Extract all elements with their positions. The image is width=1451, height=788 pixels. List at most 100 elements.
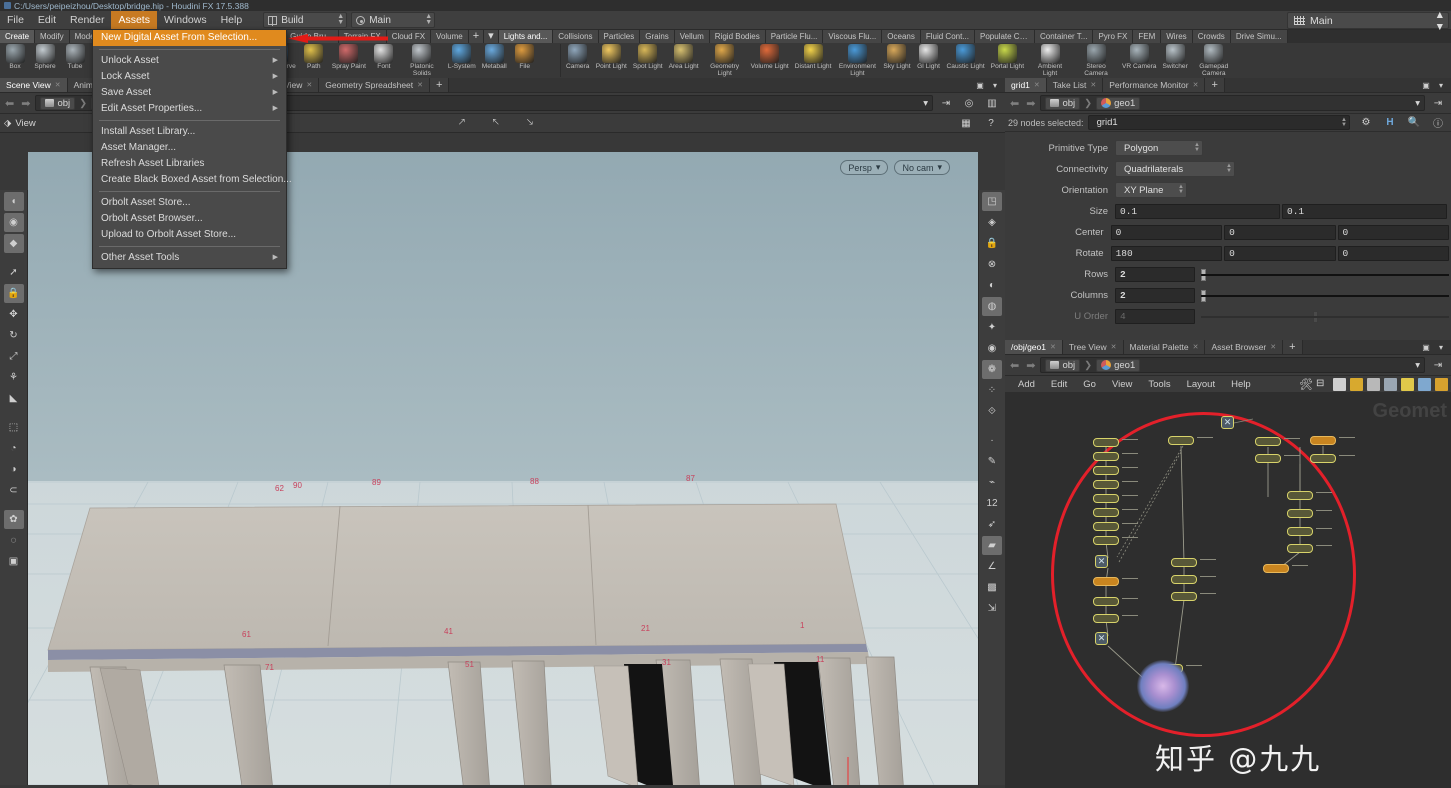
parameter-field[interactable]: 0 — [1337, 224, 1449, 240]
close-icon[interactable]: ✕ — [1111, 340, 1117, 355]
tool-select-objects-icon[interactable]: ◖ — [3, 192, 24, 211]
parameter-row-center[interactable]: Center 0 0 0 — [1005, 222, 1451, 242]
network-node[interactable] — [1093, 508, 1119, 517]
shelf-tool-switcher[interactable]: Switcher — [1159, 44, 1190, 71]
parameter-path-row[interactable]: ⬅ ➡ obj ❯ geo1 ▾ ⇥ — [1005, 93, 1451, 114]
assets-menu-item-install-asset-library[interactable]: Install Asset Library... — [93, 124, 286, 140]
parameter-field[interactable]: 180 — [1110, 245, 1223, 261]
hierarchy-icon[interactable]: ⊟ — [1316, 378, 1329, 391]
network-toolbar-icons[interactable]: 🛠 ⊟ — [1299, 377, 1451, 391]
pane-menu-icon[interactable]: ▾ — [1435, 341, 1447, 353]
tool-lock-icon[interactable]: 🔒 — [3, 284, 24, 303]
close-icon[interactable]: ✕ — [1270, 340, 1276, 355]
shelf-tool-vr-camera[interactable]: VR Camera — [1119, 44, 1159, 71]
parameter-menu[interactable]: XY Plane ▲ ▼ — [1115, 182, 1187, 198]
close-icon[interactable]: ✕ — [417, 78, 423, 93]
shelf-tab-container-t[interactable]: Container T... — [1035, 30, 1094, 43]
vt-geometry-icon[interactable]: ❁ — [982, 360, 1002, 379]
shelf-tab-crowds[interactable]: Crowds — [1192, 30, 1231, 43]
note-icon[interactable] — [1401, 377, 1414, 391]
pin-icon[interactable]: ⇥ — [1428, 94, 1448, 113]
shelf-tab-populate-co[interactable]: Populate Co... — [975, 30, 1035, 43]
vt-wireframe-icon[interactable]: ▩ — [982, 578, 1002, 597]
parameter-field[interactable]: 2 — [1115, 266, 1195, 282]
slider-handle[interactable] — [1313, 310, 1318, 323]
viewport-view-menu[interactable]: ⬗ View — [4, 118, 36, 129]
viewport-right-toolbar[interactable]: ◳ ◈ 🔒 ⊗ ◐ ◍ ✦ ◉ ❁ ⁘ ⟐ · ✎ ⌁ 12 ➶ ▰ ∠ ▩ ⇲ — [978, 190, 1005, 785]
viewport-corner-controls[interactable]: Persp ▾ No cam ▾ — [840, 160, 950, 175]
network-node[interactable] — [1093, 522, 1119, 531]
tool-handle-icon[interactable]: ◣ — [4, 389, 24, 408]
menu-help[interactable]: Help — [214, 11, 250, 30]
network-node[interactable] — [1168, 436, 1194, 445]
parameter-menu[interactable]: Polygon ▲ ▼ — [1115, 140, 1203, 156]
network-node[interactable]: ✕ — [1221, 416, 1234, 429]
network-node[interactable] — [1287, 527, 1313, 536]
tool-material-icon[interactable]: ✿ — [3, 510, 24, 529]
assets-menu-item-unlock-asset[interactable]: Unlock Asset ▶ — [93, 53, 286, 69]
assets-dropdown-menu[interactable]: New Digital Asset From Selection... Unloc… — [92, 29, 292, 269]
network-node[interactable] — [1093, 577, 1119, 586]
shelf-tab-lights-and[interactable]: Lights and... — [498, 30, 554, 43]
parameter-tab-grid1[interactable]: grid1 ✕ — [1005, 78, 1047, 92]
tool-light-icon[interactable]: ◌ — [4, 531, 24, 550]
forward-arrow-icon[interactable]: ➡ — [1024, 97, 1037, 110]
tool-select-geometry-icon[interactable]: ◉ — [3, 213, 24, 232]
path-chip-geo[interactable]: geo1 — [1096, 96, 1141, 110]
network-menu-go[interactable]: Go — [1075, 379, 1104, 390]
shelf-tool-sphere[interactable]: Sphere — [30, 44, 60, 71]
grid-color-icon[interactable] — [1350, 377, 1363, 391]
network-node[interactable] — [1093, 452, 1119, 461]
parameter-field[interactable]: 0 — [1110, 224, 1223, 240]
pane-menu-icon[interactable]: ▾ — [1435, 79, 1447, 91]
tool-camera-icon[interactable]: ▣ — [4, 552, 24, 571]
vt-numbers-icon[interactable]: 12 — [982, 494, 1002, 513]
network-node[interactable] — [1093, 438, 1119, 447]
network-node[interactable] — [1093, 494, 1119, 503]
shelf-tab-cloud-fx[interactable]: Cloud FX — [386, 30, 432, 43]
shelf-tab-pyro-fx[interactable]: Pyro FX — [1093, 30, 1134, 43]
path-dropdown-icon[interactable]: ▾ — [1415, 98, 1420, 109]
back-arrow-icon[interactable]: ⬅ — [1008, 359, 1021, 372]
vt-highquality-icon[interactable]: ◉ — [982, 339, 1002, 358]
shelf-tab-vellum[interactable]: Vellum — [674, 30, 710, 43]
parameter-field[interactable]: 0.1 — [1282, 203, 1447, 219]
assets-menu-item-new-digital-asset-from-selection[interactable]: New Digital Asset From Selection... — [93, 30, 286, 46]
pane-menu-icon[interactable]: ▾ — [989, 79, 1001, 91]
viewport-left-toolbar[interactable]: ◖ ◉ ◆ ➚ 🔒 ✥ ↻ ⤢ ⚘ ◣ ⬚ ◔ ◑ ⊂ ✿ ◌ ▣ — [0, 190, 28, 785]
parameter-tab-performance-monitor[interactable]: Performance Monitor ✕ — [1103, 78, 1206, 92]
selected-node-field[interactable]: grid1 ▲ ▼ — [1087, 115, 1350, 130]
shelf-tab-rigid-bodies[interactable]: Rigid Bodies — [709, 30, 766, 43]
tool-state-icon[interactable]: ⬚ — [4, 418, 24, 437]
vt-normals-icon[interactable]: ⟐ — [982, 402, 1002, 421]
slider-handle[interactable] — [1201, 289, 1206, 302]
shelf-tool-l-system[interactable]: L-System — [445, 44, 479, 71]
houdini-h-icon[interactable]: H — [1380, 113, 1400, 132]
tool-magnet-icon[interactable]: ⊂ — [4, 481, 24, 500]
tool-arrow-icon[interactable]: ➚ — [4, 263, 24, 282]
shelf-tool-portal-light[interactable]: Portal Light — [988, 44, 1027, 71]
network-menu-tools[interactable]: Tools — [1140, 379, 1178, 390]
view-tool-icon[interactable]: 🡖 — [520, 114, 540, 133]
path-chip-obj[interactable]: obj — [1045, 96, 1081, 110]
close-icon[interactable]: ✕ — [1034, 78, 1040, 93]
network-node[interactable] — [1287, 544, 1313, 553]
network-node[interactable] — [1093, 614, 1119, 623]
chevron-updown-icon[interactable]: ▲ ▼ — [1341, 117, 1347, 128]
shelf-tool-geometry-light[interactable]: Geometry Light — [702, 44, 748, 78]
shelf-tool-file[interactable]: File — [510, 44, 540, 71]
menu-render[interactable]: Render — [63, 11, 111, 30]
shelf-tab-particles[interactable]: Particles — [598, 30, 641, 43]
vt-shading-icon[interactable]: ◐ — [982, 276, 1002, 295]
back-arrow-icon[interactable]: ⬅ — [1008, 97, 1021, 110]
network-menu-add[interactable]: Add — [1010, 379, 1043, 390]
tool-snap-icon[interactable]: ◑ — [4, 460, 24, 479]
image-add-icon[interactable] — [1418, 377, 1431, 391]
tool-pose-icon[interactable]: ⚘ — [4, 368, 24, 387]
shelf-tool-spot-light[interactable]: Spot Light — [630, 44, 666, 71]
network-node[interactable] — [1171, 575, 1197, 584]
close-icon[interactable]: ✕ — [1090, 78, 1096, 93]
scene-view-add-tab-button[interactable]: + — [430, 78, 450, 92]
shelf-tool-environment-light[interactable]: Environment Light — [834, 44, 880, 78]
shelf-tab-modify[interactable]: Modify — [35, 30, 70, 43]
